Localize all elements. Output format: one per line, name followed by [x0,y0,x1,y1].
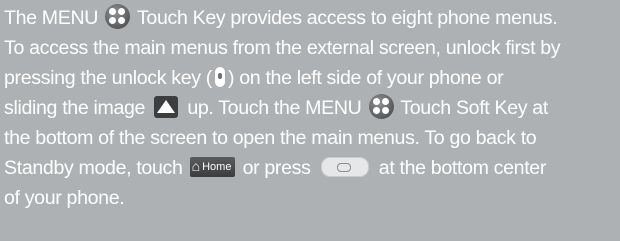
text-segment: at the bottom center [378,157,547,179]
text-segment: up. Touch the MENU [187,97,362,119]
instruction-paragraph: The MENU Touch Key provides access to ei… [4,0,620,241]
paragraph-line: The MENU Touch Key provides access to ei… [4,3,558,33]
text-segment: ) on the left side of your phone or [227,67,504,89]
center-key-icon [320,156,369,177]
text-segment: of your phone. [4,187,125,209]
text-segment: Touch Soft Key at [400,97,548,119]
text-segment: Touch Key provides access to eight phone… [136,7,558,29]
paragraph-line: sliding the image up. Touch the MENU Tou… [4,93,548,123]
home-house-icon: ⌂ [191,157,201,174]
text-segment: sliding the image [4,97,146,119]
paragraph-line: Standby mode, touch ⌂ Home or press at th… [4,153,546,183]
menu-dots-icon [368,94,394,120]
text-segment: the bottom of the screen to open the mai… [4,127,537,149]
text-segment: Standby mode, touch [4,157,183,179]
text-segment: The MENU [4,7,99,29]
slide-up-arrow-icon [154,95,179,118]
paragraph-line: To access the main menus from the extern… [4,33,561,63]
paragraph-line: of your phone. [4,183,125,213]
home-button-label: Home [202,160,232,173]
menu-dots-icon [105,4,131,30]
text-segment: To access the main menus from the extern… [4,37,561,59]
text-segment: or press [242,157,311,179]
paragraph-line: the bottom of the screen to open the mai… [4,123,537,153]
paragraph-line: pressing the unlock key ( ) on the left s… [4,63,504,93]
unlock-key-icon [214,66,225,87]
text-segment: pressing the unlock key ( [4,67,212,89]
home-soft-button: ⌂ Home [189,156,236,177]
